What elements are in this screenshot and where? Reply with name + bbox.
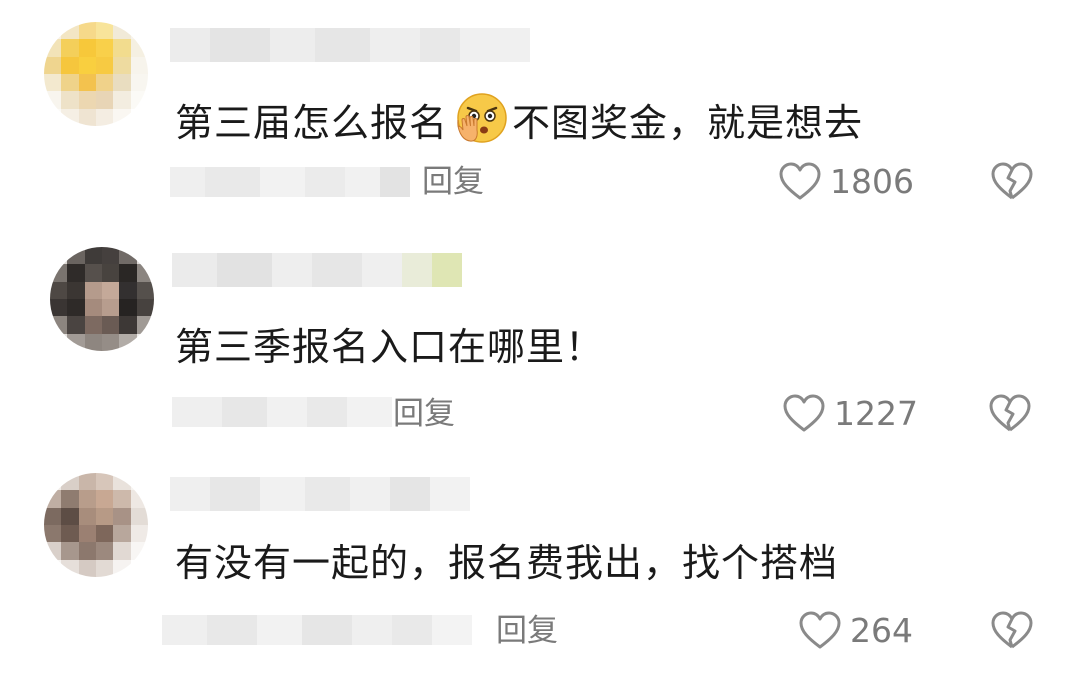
broken-heart-icon[interactable] — [988, 394, 1032, 434]
username-blurred[interactable] — [170, 477, 470, 511]
comment-item: 有没有一起的，报名费我出，找个搭档 回复 264 — [0, 455, 1080, 687]
heart-outline-icon — [779, 162, 821, 200]
like-button[interactable]: 1227 — [782, 394, 918, 434]
avatar[interactable] — [50, 247, 154, 351]
avatar[interactable] — [44, 473, 148, 577]
timestamp-blurred — [162, 615, 472, 645]
like-button[interactable]: 1806 — [778, 162, 914, 202]
broken-heart-icon[interactable] — [990, 611, 1034, 651]
comment-text: 有没有一起的，报名费我出，找个搭档 — [175, 541, 839, 585]
like-button[interactable]: 264 — [798, 611, 913, 651]
broken-heart-icon[interactable] — [990, 162, 1034, 202]
reply-button[interactable]: 回复 — [422, 162, 484, 202]
comment-item: 第三届怎么报名 不图奖金，就是想去 回复 1806 — [0, 0, 1080, 225]
reply-button[interactable]: 回复 — [393, 394, 455, 434]
stop-hand-emoji-icon — [457, 93, 507, 143]
reply-button[interactable]: 回复 — [496, 611, 558, 651]
comment-text: 第三届怎么报名 不图奖金，就是想去 — [175, 90, 863, 147]
comment-text: 第三季报名入口在哪里！ — [175, 325, 605, 369]
like-count: 264 — [850, 611, 913, 650]
timestamp-blurred — [170, 167, 410, 197]
like-count: 1227 — [834, 394, 918, 433]
username-blurred[interactable] — [170, 28, 530, 62]
like-count: 1806 — [830, 162, 914, 201]
timestamp-blurred — [172, 397, 392, 427]
comment-item: 第三季报名入口在哪里！ 回复 1227 — [0, 225, 1080, 455]
avatar[interactable] — [44, 22, 148, 126]
heart-outline-icon — [783, 394, 825, 432]
username-blurred[interactable] — [172, 253, 462, 287]
heart-outline-icon — [799, 611, 841, 649]
